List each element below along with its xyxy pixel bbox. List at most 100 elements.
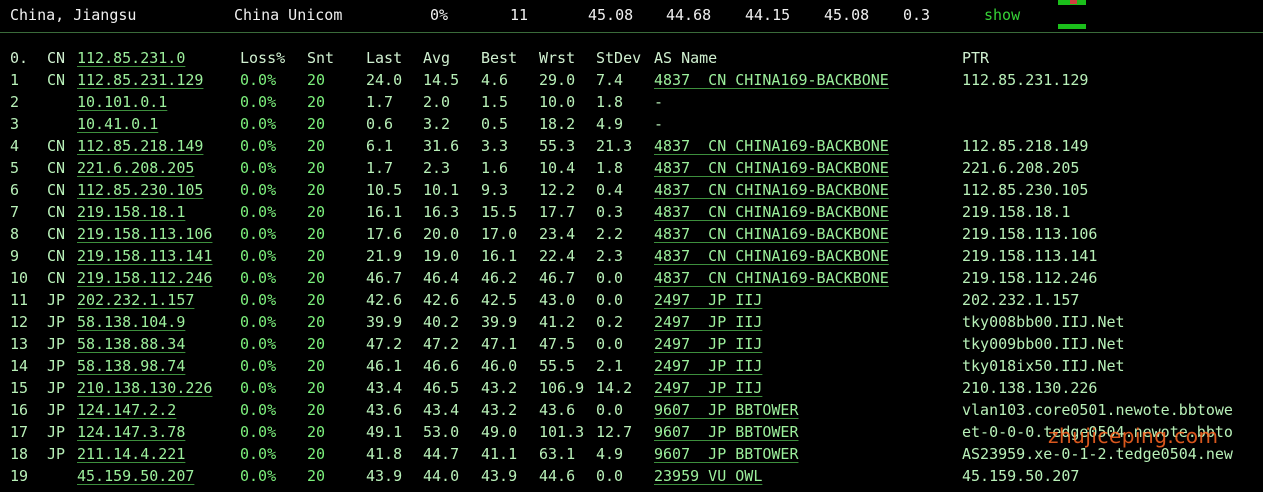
- hop-wrst: 17.7: [539, 203, 576, 221]
- hop-as-name[interactable]: 2497 JP IIJ: [654, 289, 762, 311]
- hop-as-name[interactable]: 2497 JP IIJ: [654, 311, 762, 333]
- hop-last: 1.7: [366, 159, 394, 177]
- hop-loss: 0.0%: [240, 247, 277, 265]
- hop-as-name[interactable]: 2497 JP IIJ: [654, 355, 762, 377]
- hop-host[interactable]: 219.158.112.246: [77, 267, 212, 289]
- hop-host[interactable]: 10.41.0.1: [77, 113, 158, 135]
- hop-host[interactable]: 211.14.4.221: [77, 443, 185, 465]
- hop-best: 46.0: [481, 357, 518, 375]
- hop-avg: 19.0: [423, 247, 460, 265]
- hop-as-name[interactable]: 4837 CN CHINA169-BACKBONE: [654, 245, 889, 267]
- summary-sent: 11: [510, 6, 529, 24]
- hop-best: 1.5: [481, 93, 509, 111]
- col-target-host[interactable]: 112.85.231.0: [77, 47, 185, 69]
- hop-host[interactable]: 58.138.104.9: [77, 311, 185, 333]
- hop-index: 14: [10, 357, 29, 375]
- hop-country: JP: [47, 423, 66, 441]
- hop-avg: 20.0: [423, 225, 460, 243]
- col-last: Last: [366, 49, 403, 67]
- hop-wrst: 12.2: [539, 181, 576, 199]
- status-tick: [1070, 0, 1077, 4]
- hop-snt: 20: [307, 379, 326, 397]
- hop-as-name[interactable]: 4837 CN CHINA169-BACKBONE: [654, 201, 889, 223]
- hop-last: 39.9: [366, 313, 403, 331]
- hop-host[interactable]: 112.85.230.105: [77, 179, 203, 201]
- hop-host[interactable]: 221.6.208.205: [77, 157, 194, 179]
- hop-avg: 42.6: [423, 291, 460, 309]
- col-loss: Loss%: [240, 49, 286, 67]
- hop-wrst: 18.2: [539, 115, 576, 133]
- hop-stdev: 0.4: [596, 181, 624, 199]
- hop-as-name[interactable]: 4837 CN CHINA169-BACKBONE: [654, 157, 889, 179]
- hop-host[interactable]: 10.101.0.1: [77, 91, 167, 113]
- hop-host[interactable]: 58.138.88.34: [77, 333, 185, 355]
- hop-ptr: et-0-0-0.tedge0504.newote.bbto: [962, 423, 1233, 441]
- hop-last: 17.6: [366, 225, 403, 243]
- hop-wrst: 43.6: [539, 401, 576, 419]
- hop-ptr: 219.158.113.141: [962, 247, 1098, 265]
- hop-snt: 20: [307, 115, 326, 133]
- hop-index: 13: [10, 335, 29, 353]
- hop-index: 4: [10, 137, 20, 155]
- hop-as-name[interactable]: 9607 JP BBTOWER: [654, 421, 799, 443]
- hop-host[interactable]: 45.159.50.207: [77, 465, 194, 487]
- hop-best: 9.3: [481, 181, 509, 199]
- hop-host[interactable]: 219.158.18.1: [77, 201, 185, 223]
- hop-as-name[interactable]: 9607 JP BBTOWER: [654, 399, 799, 421]
- hop-index: 7: [10, 203, 20, 221]
- hop-snt: 20: [307, 203, 326, 221]
- hop-snt: 20: [307, 313, 326, 331]
- hop-as-name[interactable]: 2497 JP IIJ: [654, 333, 762, 355]
- hop-loss: 0.0%: [240, 313, 277, 331]
- hop-as-name[interactable]: 4837 CN CHINA169-BACKBONE: [654, 69, 889, 91]
- hop-wrst: 41.2: [539, 313, 576, 331]
- hop-stdev: 14.2: [596, 379, 633, 397]
- show-button[interactable]: show: [984, 4, 1020, 26]
- hop-last: 43.6: [366, 401, 403, 419]
- hop-host[interactable]: 210.138.130.226: [77, 377, 212, 399]
- hop-index: 1: [10, 71, 20, 89]
- hop-host[interactable]: 112.85.231.129: [77, 69, 203, 91]
- hop-snt: 20: [307, 247, 326, 265]
- hop-host[interactable]: 219.158.113.141: [77, 245, 212, 267]
- hop-snt: 20: [307, 225, 326, 243]
- summary-row: China, Jiangsu China Unicom 0% 11 45.08 …: [0, 0, 1263, 32]
- hop-snt: 20: [307, 357, 326, 375]
- hop-wrst: 101.3: [539, 423, 585, 441]
- hop-last: 46.7: [366, 269, 403, 287]
- hop-best: 3.3: [481, 137, 509, 155]
- hop-as-name[interactable]: 4837 CN CHINA169-BACKBONE: [654, 267, 889, 289]
- hop-loss: 0.0%: [240, 401, 277, 419]
- hop-as-name[interactable]: 9607 JP BBTOWER: [654, 443, 799, 465]
- hop-loss: 0.0%: [240, 379, 277, 397]
- hop-avg: 53.0: [423, 423, 460, 441]
- hop-index: 16: [10, 401, 29, 419]
- hop-loss: 0.0%: [240, 291, 277, 309]
- hop-stdev: 0.3: [596, 203, 624, 221]
- traceroute-panel: 0. CN 112.85.231.0 Loss% Snt Last Avg Be…: [0, 32, 1263, 492]
- hop-host[interactable]: 202.232.1.157: [77, 289, 194, 311]
- hop-as-name[interactable]: 4837 CN CHINA169-BACKBONE: [654, 179, 889, 201]
- hop-ptr: vlan103.core0501.newote.bbtowe: [962, 401, 1233, 419]
- hop-host[interactable]: 124.147.3.78: [77, 421, 185, 443]
- hop-avg: 16.3: [423, 203, 460, 221]
- hop-as-name[interactable]: 23959 VU OWL: [654, 465, 762, 487]
- hop-host[interactable]: 124.147.2.2: [77, 399, 176, 421]
- hop-wrst: 55.3: [539, 137, 576, 155]
- hop-stdev: 4.9: [596, 445, 624, 463]
- hop-as-name[interactable]: 2497 JP IIJ: [654, 377, 762, 399]
- hop-index: 2: [10, 93, 20, 111]
- hop-last: 46.1: [366, 357, 403, 375]
- hop-best: 42.5: [481, 291, 518, 309]
- hop-host[interactable]: 219.158.113.106: [77, 223, 212, 245]
- hop-best: 17.0: [481, 225, 518, 243]
- hop-as-name[interactable]: 4837 CN CHINA169-BACKBONE: [654, 223, 889, 245]
- summary-stdev: 0.3: [903, 6, 931, 24]
- hop-loss: 0.0%: [240, 137, 277, 155]
- hop-loss: 0.0%: [240, 423, 277, 441]
- hop-host[interactable]: 58.138.98.74: [77, 355, 185, 377]
- hop-host[interactable]: 112.85.218.149: [77, 135, 203, 157]
- hop-last: 21.9: [366, 247, 403, 265]
- hop-stdev: 1.8: [596, 159, 624, 177]
- hop-as-name[interactable]: 4837 CN CHINA169-BACKBONE: [654, 135, 889, 157]
